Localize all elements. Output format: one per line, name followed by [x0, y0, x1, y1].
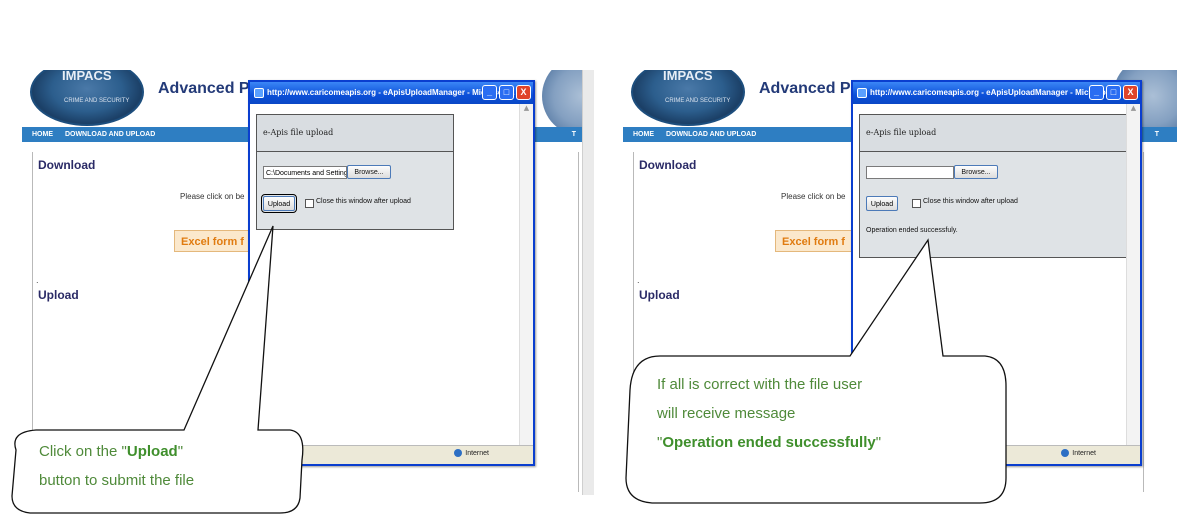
left-callout-line2: button to submit the file: [39, 472, 195, 489]
window-scrollbar[interactable]: ▲: [1126, 104, 1140, 446]
maximize-icon[interactable]: □: [499, 85, 514, 100]
right-callout-line2: will receive message: [657, 405, 796, 422]
close-window-checkbox-label: Close this window after upload: [923, 198, 1018, 205]
upload-heading: Upload: [639, 288, 680, 302]
window-content: e-Apis file upload C:\Documents and Sett…: [250, 104, 533, 446]
close-window-checkbox[interactable]: [305, 199, 314, 208]
file-path-input[interactable]: C:\Documents and Setting: [263, 166, 347, 179]
upload-form-box: e-Apis file upload C:\Documents and Sett…: [256, 114, 454, 230]
file-path-input[interactable]: [866, 166, 954, 179]
nav-right-fragment[interactable]: T: [572, 127, 576, 142]
right-callout-line3-bold: Operation ended successfully: [662, 434, 876, 451]
ie-icon: [254, 88, 264, 98]
excel-form-link[interactable]: Excel form f: [775, 230, 855, 252]
logo-subtext: CRIME AND SECURITY: [665, 98, 731, 104]
right-callout-line1: If all is correct with the file user: [657, 376, 863, 393]
window-title: http://www.caricomeapis.org - eApisUploa…: [267, 88, 515, 97]
stray-dot: .: [637, 276, 640, 285]
nav-download-upload-link[interactable]: DOWNLOAD AND UPLOAD: [65, 131, 155, 138]
left-callout-line1-bold: Upload: [126, 443, 178, 460]
close-icon[interactable]: X: [516, 85, 531, 100]
minimize-icon[interactable]: _: [1089, 85, 1104, 100]
logo-text: IMPACS: [62, 70, 112, 83]
upload-form-title: e-Apis file upload: [866, 128, 937, 137]
left-callout-line1-pre: Click on the ": [39, 443, 127, 460]
upload-form-title: e-Apis file upload: [263, 128, 334, 137]
logo-subtext: CRIME AND SECURITY: [64, 98, 130, 104]
upload-heading: Upload: [38, 288, 79, 302]
security-zone-label: Internet: [465, 449, 489, 457]
window-scrollbar[interactable]: ▲: [519, 104, 533, 446]
please-click-text: Please click on be: [180, 192, 245, 201]
globe-icon: [1061, 449, 1070, 457]
scroll-up-icon[interactable]: ▲: [520, 104, 533, 112]
upload-manager-window: http://www.caricomeapis.org - eApisUploa…: [248, 80, 535, 466]
window-titlebar[interactable]: http://www.caricomeapis.org - eApisUploa…: [853, 82, 1140, 104]
site-scrollbar[interactable]: [582, 70, 594, 495]
close-icon[interactable]: X: [1123, 85, 1138, 100]
browse-button[interactable]: Browse...: [347, 165, 391, 179]
browse-button[interactable]: Browse...: [954, 165, 998, 179]
site-title: Advanced Pa: [158, 80, 259, 97]
window-statusbar: Internet: [250, 445, 533, 464]
left-callout-text: Click on the "Upload" button to submit t…: [39, 437, 279, 495]
content-border-right: [578, 152, 579, 492]
logo-text: IMPACS: [663, 70, 713, 83]
security-zone: Internet: [454, 449, 489, 457]
nav-download-upload-link[interactable]: DOWNLOAD AND UPLOAD: [666, 131, 756, 138]
globe-icon: [454, 449, 463, 457]
operation-result-message: Operation ended successfuly.: [866, 227, 958, 234]
upload-button[interactable]: Upload: [261, 194, 297, 213]
impacs-logo: IMPACS CRIME AND SECURITY: [631, 70, 745, 126]
download-heading: Download: [38, 158, 96, 172]
maximize-icon[interactable]: □: [1106, 85, 1121, 100]
close-window-checkbox[interactable]: [912, 199, 921, 208]
upload-form-header: e-Apis file upload: [257, 115, 453, 152]
window-title: http://www.caricomeapis.org - eApisUploa…: [870, 88, 1118, 97]
ie-icon: [857, 88, 867, 98]
content-border-right: [1143, 152, 1144, 492]
right-callout-line3-post: ": [875, 434, 882, 451]
upload-form-box: e-Apis file upload Browse... Upload Clos…: [859, 114, 1133, 258]
download-heading: Download: [639, 158, 697, 172]
content-border-left: [633, 152, 634, 492]
left-callout-line1-post: ": [177, 443, 184, 460]
scroll-up-icon[interactable]: ▲: [1127, 104, 1140, 112]
stray-dot: .: [36, 276, 39, 285]
security-zone-label: Internet: [1072, 449, 1096, 457]
impacs-logo: IMPACS CRIME AND SECURITY: [30, 70, 144, 126]
site-title: Advanced Pa: [759, 80, 860, 97]
nav-right-fragment[interactable]: T: [1155, 127, 1159, 142]
nav-home-link[interactable]: HOME: [633, 131, 654, 138]
security-zone: Internet: [1061, 449, 1096, 457]
upload-form-header: e-Apis file upload: [860, 115, 1132, 152]
content-border-left: [32, 152, 33, 492]
please-click-text: Please click on be: [781, 192, 846, 201]
window-titlebar[interactable]: http://www.caricomeapis.org - eApisUploa…: [250, 82, 533, 104]
excel-form-link[interactable]: Excel form f: [174, 230, 254, 252]
minimize-icon[interactable]: _: [482, 85, 497, 100]
close-window-checkbox-label: Close this window after upload: [316, 198, 411, 205]
nav-home-link[interactable]: HOME: [32, 131, 53, 138]
upload-button[interactable]: Upload: [866, 196, 898, 211]
right-callout-text: If all is correct with the file user wil…: [657, 370, 977, 457]
